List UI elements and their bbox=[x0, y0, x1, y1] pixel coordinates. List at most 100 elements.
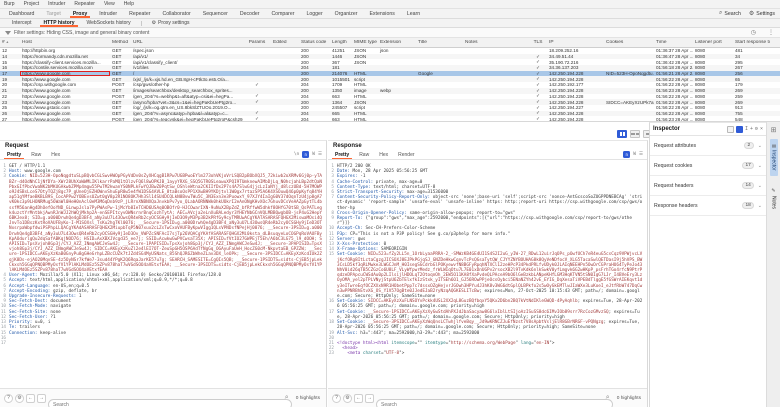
menu-item-project[interactable]: Project bbox=[24, 1, 40, 7]
search-button[interactable]: ⌕ Search bbox=[719, 10, 741, 17]
table-row[interactable]: 21 https://www.google.com GET/images/searc… bbox=[0, 88, 780, 94]
text-cursor-icon[interactable]: I bbox=[745, 126, 748, 132]
tab-collaborator[interactable]: Collaborator bbox=[156, 9, 196, 18]
inspector-section-request-cookies[interactable]: Request cookies 17 ⌄ bbox=[650, 156, 766, 176]
tab-decoder[interactable]: Decoder bbox=[234, 9, 266, 18]
tab-extensions[interactable]: Extensions bbox=[363, 9, 400, 18]
panel-grid-icon[interactable]: ⊞ bbox=[771, 126, 777, 134]
layout-rows-button[interactable] bbox=[630, 130, 640, 138]
column-header-start-response-ti[interactable]: Start response ti bbox=[733, 40, 777, 45]
help-icon[interactable]: ? bbox=[4, 393, 13, 403]
code-line: 17 Set-Cookie: __Secure-1PSIDCC=AKEyXzXyG… bbox=[328, 310, 647, 320]
response-tab-hex[interactable]: Hex bbox=[374, 150, 393, 159]
menu-item-help[interactable]: Help bbox=[124, 1, 134, 7]
column-header--[interactable]: #▲ bbox=[0, 40, 20, 45]
filter-bar[interactable]: Filter settings: Hiding CSS, image and g… bbox=[0, 28, 780, 38]
column-header-title[interactable]: Title bbox=[416, 40, 463, 45]
cell-url: /async/hpba?vet=3&cs=1&ei=hegPaKbUePtg2r… bbox=[133, 99, 237, 105]
table-row[interactable]: 12 http://httpbin.org GET/spec.json 200 4125… bbox=[0, 48, 780, 54]
wrap-toggle-icon[interactable]: W bbox=[633, 152, 636, 157]
column-header-status-code[interactable]: Status code bbox=[299, 40, 330, 45]
search-settings-gear-icon[interactable]: ⚙ bbox=[343, 393, 352, 403]
more-options-icon[interactable]: ⋮ bbox=[768, 29, 774, 36]
column-header-ip[interactable]: IP bbox=[547, 40, 604, 45]
request-editor[interactable]: 1 GET / HTTP/1.1 2 Host: www.google.com 3 Coo… bbox=[0, 163, 326, 386]
prettify-active-icon[interactable]: n bbox=[302, 151, 310, 158]
response-tab-pretty[interactable]: Pretty bbox=[330, 150, 354, 159]
inspector-section-request-attributes[interactable]: Request attributes 2 ⌄ bbox=[650, 136, 766, 156]
prettify-active-icon[interactable]: n bbox=[623, 151, 631, 158]
help-icon[interactable]: ? bbox=[332, 393, 341, 403]
request-tab-pretty[interactable]: Pretty bbox=[2, 150, 26, 159]
menu-item-intruder[interactable]: Intruder bbox=[48, 1, 65, 7]
tab-learn[interactable]: Learn bbox=[401, 9, 426, 18]
inspector-settings-icon[interactable]: ⚙ bbox=[755, 126, 758, 132]
wrap-toggle-icon[interactable]: W bbox=[312, 152, 315, 157]
cell-start: 34 bbox=[735, 54, 741, 60]
prev-match-button[interactable]: ← bbox=[354, 393, 363, 403]
cell-start: 256 bbox=[735, 71, 743, 77]
dock-right-icon[interactable] bbox=[735, 125, 743, 133]
editor-menu-icon[interactable]: ☰ bbox=[639, 152, 643, 157]
column-header-host[interactable]: Host bbox=[20, 40, 110, 45]
response-tab-render[interactable]: Render bbox=[393, 150, 419, 159]
tab-intruder[interactable]: Intruder bbox=[93, 9, 123, 18]
column-header-time[interactable]: Time bbox=[654, 40, 693, 45]
tab-comparer[interactable]: Comparer bbox=[265, 9, 300, 18]
response-editor[interactable]: 1 HTTP/2 200 OK 2 Date: Mon, 28 Apr 2025 05… bbox=[328, 163, 647, 386]
response-search-input[interactable] bbox=[376, 399, 613, 407]
newline-toggle-icon[interactable]: \n bbox=[294, 152, 299, 157]
sub-tab-intercept[interactable]: Intercept bbox=[6, 19, 37, 27]
prev-match-button[interactable]: ← bbox=[26, 393, 35, 403]
request-panel-title: Request bbox=[5, 143, 29, 149]
cell-length: 1015501 bbox=[332, 76, 350, 82]
tab-logger[interactable]: Logger bbox=[301, 9, 329, 18]
column-header-url[interactable]: URL bbox=[131, 40, 243, 45]
column-header-length[interactable]: Length bbox=[330, 40, 352, 45]
cell-title: Google bbox=[418, 71, 433, 77]
inspector-section-response-headers[interactable]: Response headers 18 ⌄ bbox=[650, 196, 766, 216]
dock-left-icon[interactable] bbox=[726, 125, 734, 133]
close-icon[interactable]: × bbox=[760, 126, 763, 132]
editor-menu-icon[interactable]: ☰ bbox=[318, 152, 322, 157]
cell-port: 8080 bbox=[695, 110, 706, 116]
http-history-header[interactable]: #▲ Host Method URL Params Edited Status code Le… bbox=[0, 38, 780, 48]
menu-item-repeater[interactable]: Repeater bbox=[74, 1, 95, 7]
request-search-input[interactable] bbox=[48, 399, 292, 407]
rail-tab-notes[interactable]: ✎ Notes bbox=[770, 183, 778, 214]
column-header-params[interactable]: Params bbox=[243, 40, 271, 45]
search-settings-gear-icon[interactable]: ⚙ bbox=[15, 393, 24, 403]
add-icon[interactable]: + bbox=[750, 126, 753, 132]
menu-item-burp[interactable]: Burp bbox=[4, 1, 15, 7]
tab-dashboard[interactable]: Dashboard bbox=[3, 9, 40, 18]
column-header-cookies[interactable]: Cookies bbox=[604, 40, 654, 45]
column-header-mime-type[interactable]: MIME type bbox=[352, 40, 378, 45]
tab-proxy[interactable]: Proxy bbox=[67, 9, 93, 18]
menu-item-view[interactable]: View bbox=[104, 1, 115, 7]
tab-organizer[interactable]: Organizer bbox=[329, 9, 364, 18]
inspector-section-request-headers[interactable]: Request headers 14 ⌄ bbox=[650, 176, 766, 196]
history-clock-icon[interactable]: ◷ bbox=[751, 29, 756, 36]
request-tab-hex[interactable]: Hex bbox=[46, 150, 65, 159]
chevron-down-icon: ⌄ bbox=[757, 182, 762, 189]
tab-repeater[interactable]: Repeater bbox=[123, 9, 156, 18]
sub-tab-websockets-history[interactable]: WebSockets history bbox=[81, 19, 137, 27]
column-header-method[interactable]: Method bbox=[110, 40, 131, 45]
tab-sequencer[interactable]: Sequencer bbox=[197, 9, 234, 18]
layout-columns-button[interactable] bbox=[617, 130, 627, 138]
next-match-button[interactable]: → bbox=[365, 393, 374, 403]
column-header-notes[interactable]: Notes bbox=[463, 40, 529, 45]
column-header-edited[interactable]: Edited bbox=[271, 40, 299, 45]
column-header-tls[interactable]: TLS bbox=[529, 40, 547, 45]
sub-tab-http-history[interactable]: HTTP history bbox=[37, 19, 80, 27]
next-match-button[interactable]: → bbox=[37, 393, 46, 403]
cell-params: ✓ bbox=[255, 81, 259, 87]
settings-button[interactable]: ⚙ Settings bbox=[749, 10, 775, 18]
response-tab-raw[interactable]: Raw bbox=[354, 150, 374, 159]
tab-target[interactable]: Target bbox=[40, 9, 66, 18]
column-header-extension[interactable]: Extension bbox=[378, 40, 416, 45]
sub-tab-proxy-settings[interactable]: ⚙ Proxy settings bbox=[146, 19, 196, 27]
column-header-listener-port[interactable]: Listener port bbox=[693, 40, 733, 45]
request-tab-raw[interactable]: Raw bbox=[26, 150, 46, 159]
rail-tab-inspector[interactable]: ≣ Inspector bbox=[769, 139, 778, 176]
